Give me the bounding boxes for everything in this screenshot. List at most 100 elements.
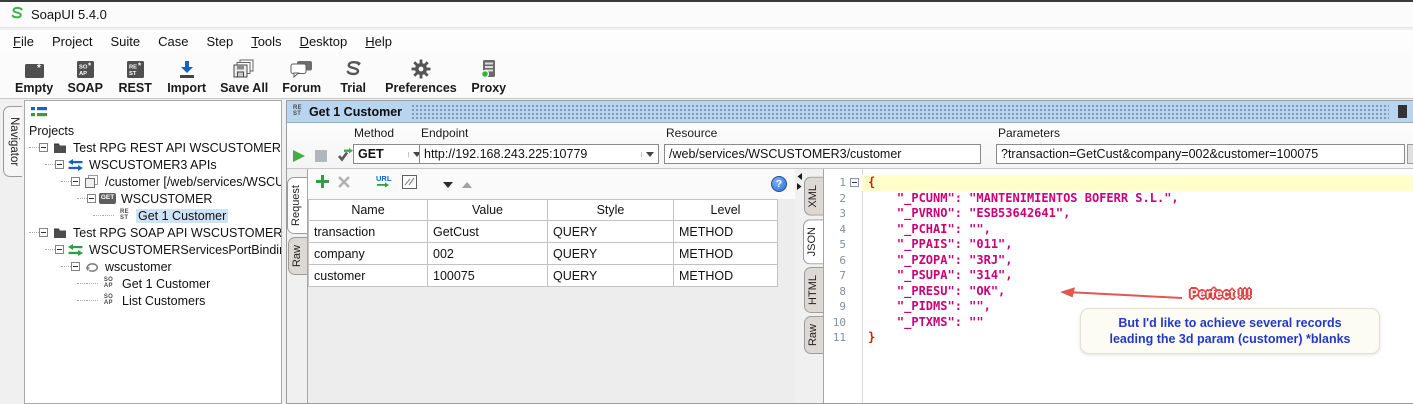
column-header-value[interactable]: Value: [428, 199, 548, 221]
endpoint-select[interactable]: http://192.168.243.225:10779: [419, 144, 659, 164]
expand-dialog-icon[interactable]: [402, 174, 417, 194]
cell-level[interactable]: METHOD: [674, 243, 778, 265]
tree-connector: [61, 266, 71, 267]
toolbar-button-empty[interactable]: * Empty: [8, 55, 60, 96]
tree-item[interactable]: /customer [/web/services/WSCU: [25, 173, 281, 190]
toolbar-button-forum[interactable]: Forum: [275, 55, 328, 96]
menu-item-suite[interactable]: Suite: [101, 32, 149, 51]
forum-icon: [290, 56, 313, 79]
parameters-input[interactable]: [996, 144, 1405, 164]
fold-gutter: [848, 253, 862, 269]
toolbar-button-preferences[interactable]: Preferences: [378, 55, 464, 96]
tree-expander-icon[interactable]: [55, 245, 64, 254]
annotation-perfect-label: Perfect !!!: [1190, 287, 1252, 301]
submit-to-icon[interactable]: [336, 148, 353, 168]
toolbar-button-proxy[interactable]: Proxy: [464, 55, 514, 96]
line-number: 3: [839, 207, 846, 220]
toolbar-button-label: Preferences: [385, 80, 457, 95]
tree-expander-icon[interactable]: [71, 262, 80, 271]
tree-item[interactable]: SO AP List Customers: [25, 292, 281, 309]
response-text: "_PZOPA": "3RJ",: [868, 252, 1013, 267]
tree-item-label: WSCUSTOMER3 APIs: [89, 157, 217, 172]
soap-binding-icon: [67, 243, 84, 256]
cell-style[interactable]: QUERY: [548, 221, 674, 243]
tree-expander-icon[interactable]: [87, 194, 96, 203]
cell-value[interactable]: 100075: [428, 265, 548, 287]
cell-level[interactable]: METHOD: [674, 265, 778, 287]
cell-value[interactable]: GetCust: [428, 221, 548, 243]
svg-text:URL: URL: [376, 174, 392, 183]
move-up-icon[interactable]: [462, 175, 472, 193]
tree-expander-icon[interactable]: [71, 177, 80, 186]
menu-item-help[interactable]: Help: [356, 32, 401, 51]
tree-item[interactable]: Test RPG REST API WSCUSTOMER: [25, 139, 281, 156]
annotation-note-line2: leading the 3d param (customer) *blanks: [1109, 332, 1351, 346]
tab-html[interactable]: HTML: [804, 266, 823, 313]
fold-icon[interactable]: [848, 175, 862, 191]
run-request-button[interactable]: [292, 149, 306, 168]
move-down-icon[interactable]: [443, 175, 453, 193]
tree-root-projects[interactable]: Projects: [25, 121, 281, 139]
tree-item[interactable]: GET WSCUSTOMER: [25, 190, 281, 207]
toolbar-button-import[interactable]: Import: [160, 55, 213, 96]
menu-item-desktop[interactable]: Desktop: [291, 32, 357, 51]
tree-expander-icon[interactable]: [55, 160, 64, 169]
cell-name[interactable]: transaction: [308, 221, 428, 243]
tree-expander-icon[interactable]: [39, 228, 48, 237]
update-from-url-icon[interactable]: URL: [376, 174, 393, 194]
project-tree-panel: Projects Test RPG REST API WSCUSTOMER WSC…: [24, 100, 282, 404]
cell-style[interactable]: QUERY: [548, 265, 674, 287]
cell-level[interactable]: METHOD: [674, 221, 778, 243]
tab-json[interactable]: JSON: [803, 218, 823, 264]
tree-expander-icon[interactable]: [39, 143, 48, 152]
tree-item[interactable]: RE ST Get 1 Customer: [25, 207, 281, 224]
toolbar-button-rest[interactable]: RE ST * REST: [110, 55, 160, 96]
delete-param-button[interactable]: [338, 175, 350, 193]
stop-request-button[interactable]: [315, 149, 327, 167]
navigator-options-icon[interactable]: [31, 105, 47, 122]
tree-item[interactable]: SO AP Get 1 Customer: [25, 275, 281, 292]
tree-item[interactable]: WSCUSTOMERServicesPortBinding: [25, 241, 281, 258]
request-window-titlebar[interactable]: RE ST Get 1 Customer: [287, 101, 1413, 123]
column-header-name[interactable]: Name: [308, 199, 428, 221]
tree-item[interactable]: Test RPG SOAP API WSCUSTOMER: [25, 224, 281, 241]
window-control-icon[interactable]: [1398, 105, 1407, 118]
toolbar-button-trial[interactable]: Trial: [328, 55, 378, 96]
navigator-tab[interactable]: Navigator: [3, 106, 22, 178]
split-divider[interactable]: [795, 169, 803, 403]
menu-item-file[interactable]: File: [4, 32, 43, 51]
menu-item-project[interactable]: Project: [43, 32, 101, 51]
menu-item-case[interactable]: Case: [149, 32, 197, 51]
response-editor[interactable]: 1{2 "_PCUNM": "MANTENIMIENTOS BOFERR S.L…: [823, 169, 1413, 403]
method-label: Method: [354, 126, 395, 140]
window-titlebar: SoapUI 5.4.0: [0, 0, 1413, 28]
tab-raw[interactable]: Raw: [288, 236, 307, 275]
endpoint-value: http://192.168.243.225:10779: [424, 147, 588, 161]
column-header-style[interactable]: Style: [548, 199, 674, 221]
method-select[interactable]: GET: [353, 144, 426, 164]
cell-value[interactable]: 002: [428, 243, 548, 265]
tab-raw[interactable]: Raw: [804, 315, 823, 354]
help-icon[interactable]: ?: [771, 176, 787, 192]
menu-item-step[interactable]: Step: [197, 32, 242, 51]
clipped-control: [1407, 144, 1413, 164]
tree-item[interactable]: WSCUSTOMER3 APIs: [25, 156, 281, 173]
toolbar-button-label: Trial: [340, 80, 367, 95]
tree-connector: [77, 300, 87, 301]
tree-item[interactable]: wscustomer: [25, 258, 281, 275]
fold-gutter: [848, 191, 862, 207]
response-line: 6 "_PZOPA": "3RJ",: [824, 253, 1413, 269]
add-param-button[interactable]: [316, 175, 329, 193]
tree-connector: [103, 215, 114, 216]
toolbar-button-soap[interactable]: SO AP * SOAP: [60, 55, 110, 96]
toolbar-button-save-all[interactable]: Save All: [213, 55, 275, 96]
resource-input[interactable]: [664, 144, 981, 164]
tab-xml[interactable]: XML: [804, 177, 823, 216]
cell-name[interactable]: customer: [308, 265, 428, 287]
tab-request[interactable]: Request: [287, 177, 307, 234]
toolbar-button-label: REST: [118, 80, 152, 95]
menu-item-tools[interactable]: Tools: [242, 32, 290, 51]
cell-style[interactable]: QUERY: [548, 243, 674, 265]
column-header-level[interactable]: Level: [674, 199, 778, 221]
cell-name[interactable]: company: [308, 243, 428, 265]
